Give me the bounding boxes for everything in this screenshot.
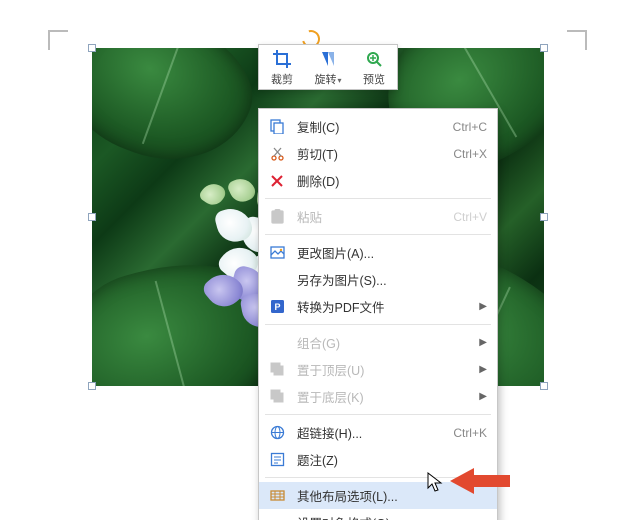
layout-options-icon [267, 486, 287, 506]
menu-label: 置于底层(K) [297, 387, 473, 406]
pdf-icon: P [267, 297, 287, 317]
resize-handle-bl[interactable] [88, 382, 96, 390]
cut-icon [267, 144, 287, 164]
preview-icon [364, 49, 384, 69]
resize-handle-tr[interactable] [540, 44, 548, 52]
change-picture-icon [267, 243, 287, 263]
send-back-icon [267, 387, 287, 407]
delete-icon [267, 171, 287, 191]
menu-separator [265, 198, 491, 199]
submenu-arrow-icon: ▶ [479, 364, 487, 375]
menu-separator [265, 324, 491, 325]
menu-item-send-back: 置于底层(K) ▶ [259, 383, 497, 410]
hyperlink-icon [267, 423, 287, 443]
menu-label: 粘贴 [297, 207, 445, 226]
dropdown-arrow-icon: ▾ [337, 76, 341, 85]
menu-shortcut: Ctrl+X [453, 147, 487, 161]
menu-label: 复制(C) [297, 117, 445, 136]
menu-item-cut[interactable]: 剪切(T) Ctrl+X [259, 140, 497, 167]
menu-shortcut: Ctrl+K [453, 426, 487, 440]
paste-icon [267, 207, 287, 227]
submenu-arrow-icon: ▶ [479, 337, 487, 348]
menu-label: 转换为PDF文件 [297, 297, 473, 316]
crop-button[interactable]: 裁剪 [259, 45, 305, 89]
menu-item-bring-front: 置于顶层(U) ▶ [259, 356, 497, 383]
resize-handle-tl[interactable] [88, 44, 96, 52]
menu-label: 剪切(T) [297, 144, 445, 163]
menu-item-copy[interactable]: 复制(C) Ctrl+C [259, 113, 497, 140]
submenu-arrow-icon: ▶ [479, 391, 487, 402]
menu-item-group: 组合(G) ▶ [259, 329, 497, 356]
mouse-cursor-icon [427, 472, 445, 494]
menu-separator [265, 234, 491, 235]
context-menu: 复制(C) Ctrl+C 剪切(T) Ctrl+X 删除(D) 粘贴 Ctrl+… [258, 108, 498, 520]
menu-item-convert-pdf[interactable]: P 转换为PDF文件 ▶ [259, 293, 497, 320]
caption-icon [267, 450, 287, 470]
menu-separator [265, 414, 491, 415]
resize-handle-ml[interactable] [88, 213, 96, 221]
page-corner-top-right [567, 30, 587, 50]
menu-label: 另存为图片(S)... [297, 270, 487, 289]
menu-label: 题注(Z) [297, 450, 487, 469]
menu-shortcut: Ctrl+V [453, 210, 487, 224]
image-mini-toolbar: 裁剪 旋转▾ 预览 [258, 44, 398, 90]
menu-label: 更改图片(A)... [297, 243, 487, 262]
copy-icon [267, 117, 287, 137]
menu-label: 超链接(H)... [297, 423, 445, 442]
bring-front-icon [267, 360, 287, 380]
group-icon [267, 333, 287, 353]
preview-button[interactable]: 预览 [351, 45, 397, 89]
menu-item-hyperlink[interactable]: 超链接(H)... Ctrl+K [259, 419, 497, 446]
menu-label: 设置对象格式(O)... [297, 513, 487, 520]
menu-label: 组合(G) [297, 333, 473, 352]
resize-handle-br[interactable] [540, 382, 548, 390]
menu-item-delete[interactable]: 删除(D) [259, 167, 497, 194]
rotate-icon [318, 49, 338, 69]
format-object-icon [267, 513, 287, 520]
menu-item-save-as-picture[interactable]: 另存为图片(S)... [259, 266, 497, 293]
svg-text:P: P [274, 302, 280, 312]
preview-label: 预览 [363, 71, 385, 87]
crop-label: 裁剪 [271, 71, 293, 87]
menu-item-format-object[interactable]: 设置对象格式(O)... [259, 509, 497, 520]
save-as-picture-icon [267, 270, 287, 290]
annotation-arrow-icon [450, 468, 510, 492]
editor-canvas: 裁剪 旋转▾ 预览 复制(C) Ctrl+C 剪切(T) Ctrl+X [0, 0, 635, 520]
menu-item-change-picture[interactable]: 更改图片(A)... [259, 239, 497, 266]
page-corner-top-left [48, 30, 68, 50]
menu-shortcut: Ctrl+C [453, 120, 487, 134]
menu-item-paste: 粘贴 Ctrl+V [259, 203, 497, 230]
menu-label: 置于顶层(U) [297, 360, 473, 379]
rotate-button[interactable]: 旋转▾ [305, 45, 351, 89]
menu-label: 删除(D) [297, 171, 487, 190]
submenu-arrow-icon: ▶ [479, 301, 487, 312]
crop-icon [272, 49, 292, 69]
rotate-label: 旋转▾ [314, 71, 341, 87]
resize-handle-mr[interactable] [540, 213, 548, 221]
